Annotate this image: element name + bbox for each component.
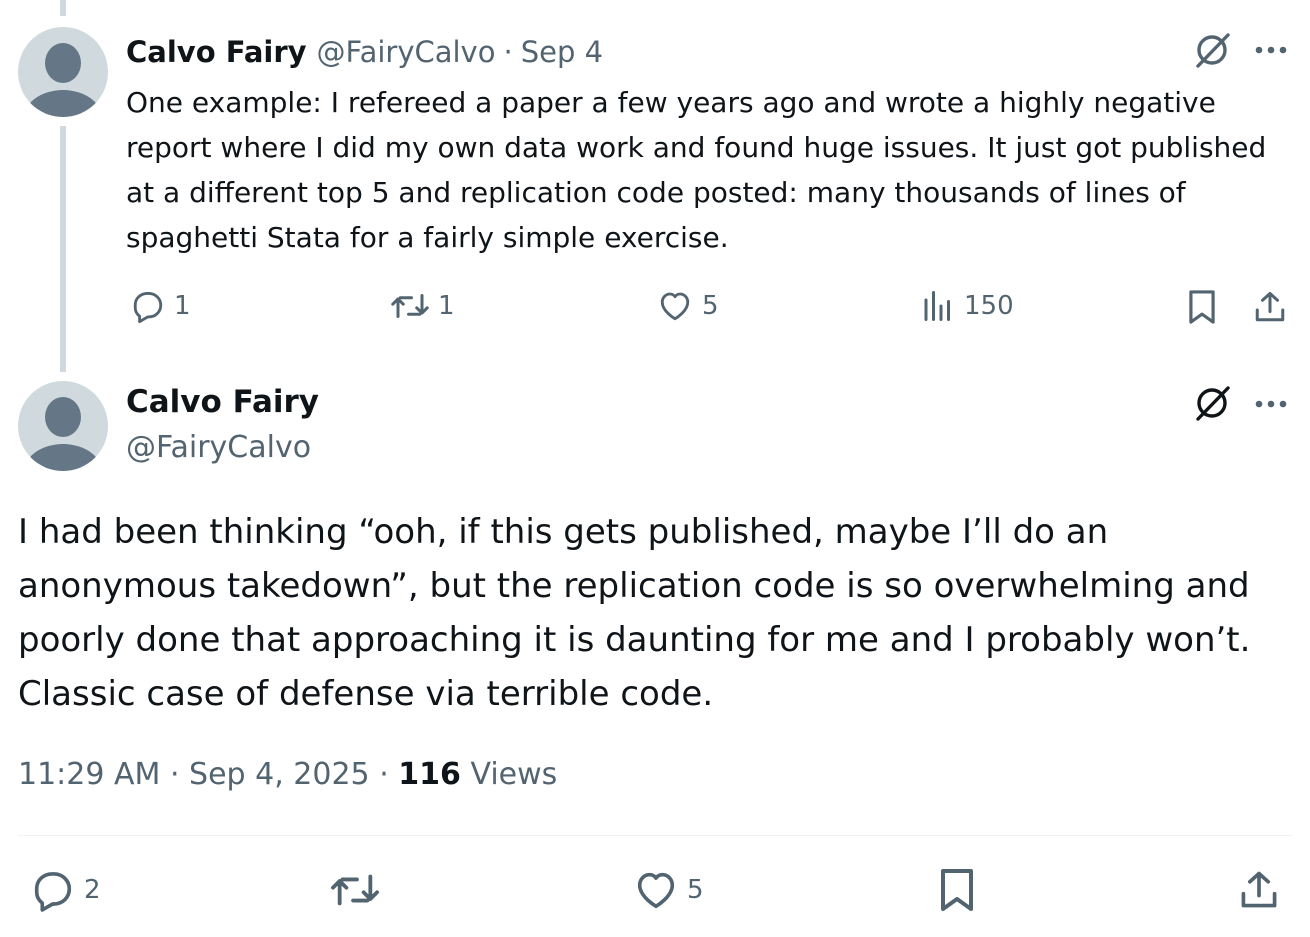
- repost-count: 1: [438, 291, 455, 321]
- author-handle[interactable]: @FairyCalvo: [317, 35, 496, 69]
- reply-button[interactable]: 1: [130, 288, 191, 324]
- like-button[interactable]: 5: [656, 288, 719, 324]
- analytics-icon: [924, 291, 950, 321]
- tweet-meta: 11:29 AM · Sep 4, 2025 · 116 Views: [18, 757, 557, 792]
- tweet-header: Calvo Fairy @FairyCalvo · Sep 4: [126, 32, 603, 72]
- views-count: 150: [964, 291, 1014, 321]
- avatar[interactable]: [18, 27, 108, 117]
- tweet-date[interactable]: Sep 4: [521, 35, 603, 69]
- repost-icon: [331, 874, 379, 906]
- like-count: 5: [702, 291, 719, 321]
- divider: [18, 835, 1292, 836]
- heart-icon: [637, 872, 675, 909]
- grok-icon[interactable]: [1190, 30, 1234, 70]
- author-handle[interactable]: @FairyCalvo: [126, 430, 311, 465]
- views-count[interactable]: 116: [398, 757, 461, 792]
- repost-button[interactable]: 1: [390, 288, 455, 324]
- separator: ·: [503, 35, 513, 69]
- share-button[interactable]: [1236, 865, 1282, 915]
- thread-line-top: [60, 0, 66, 16]
- bookmark-icon: [1189, 290, 1215, 324]
- heart-icon: [660, 292, 690, 321]
- like-button[interactable]: 5: [633, 867, 704, 913]
- share-icon: [1241, 871, 1277, 908]
- repost-icon: [391, 294, 429, 318]
- reply-button[interactable]: 2: [30, 867, 101, 913]
- tweet-text: I had been thinking “ooh, if this gets p…: [18, 512, 1251, 714]
- thread-line: [60, 126, 66, 372]
- author-name[interactable]: Calvo Fairy: [126, 35, 307, 69]
- share-icon: [1255, 292, 1285, 322]
- avatar[interactable]: [18, 381, 108, 471]
- bookmark-button[interactable]: [1183, 287, 1221, 327]
- tweet-date[interactable]: Sep 4, 2025: [189, 757, 370, 792]
- reply-icon: [133, 291, 163, 324]
- bookmark-icon: [941, 869, 973, 911]
- tweet-text: One example: I refereed a paper a few ye…: [126, 86, 1267, 254]
- author-name[interactable]: Calvo Fairy: [126, 384, 319, 420]
- reply-icon: [34, 872, 72, 912]
- more-icon[interactable]: [1250, 32, 1292, 68]
- reply-count: 2: [84, 875, 101, 905]
- like-count: 5: [687, 875, 704, 905]
- reply-count: 1: [174, 291, 191, 321]
- tweet-time[interactable]: 11:29 AM: [18, 757, 160, 792]
- repost-button[interactable]: [330, 867, 380, 913]
- share-button[interactable]: [1250, 287, 1290, 327]
- bookmark-button[interactable]: [934, 865, 980, 915]
- grok-icon[interactable]: [1190, 383, 1234, 423]
- views-label: Views: [470, 757, 558, 792]
- separator: ·: [379, 757, 389, 792]
- more-icon[interactable]: [1250, 386, 1292, 422]
- views-button[interactable]: 150: [920, 288, 1014, 324]
- separator: ·: [169, 757, 180, 792]
